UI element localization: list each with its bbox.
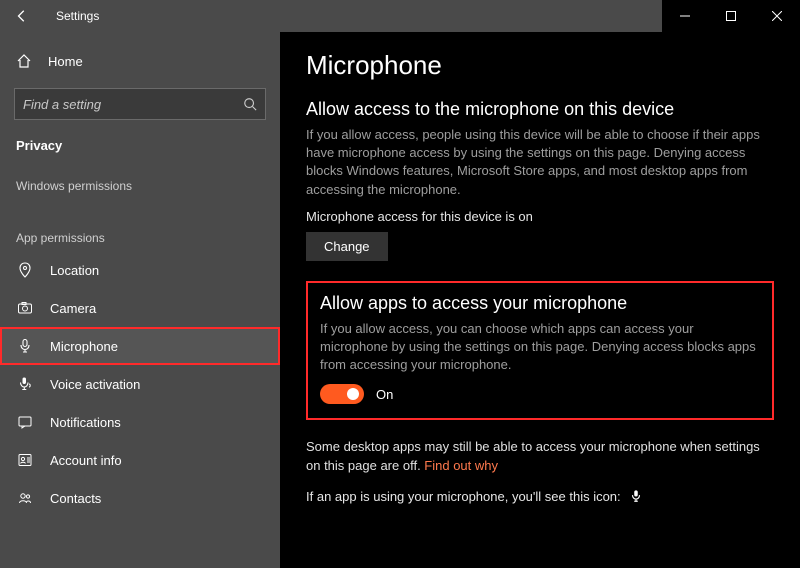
sidebar-item-label: Contacts: [50, 491, 101, 506]
sidebar-item-label: Notifications: [50, 415, 121, 430]
sidebar-item-label: Camera: [50, 301, 96, 316]
toggle-knob: [347, 388, 359, 400]
maximize-icon: [726, 11, 736, 21]
sidebar-item-microphone[interactable]: Microphone: [0, 327, 280, 365]
app-access-description: If you allow access, you can choose whic…: [320, 320, 760, 375]
search-icon: [243, 97, 257, 111]
app-permissions-header: App permissions: [0, 213, 280, 251]
sidebar-item-contacts[interactable]: Contacts: [0, 479, 280, 517]
sidebar-item-voice-activation[interactable]: Voice activation: [0, 365, 280, 403]
home-icon: [16, 53, 32, 69]
highlighted-section: Allow apps to access your microphone If …: [306, 281, 774, 421]
arrow-left-icon: [15, 9, 29, 23]
windows-permissions-header: Windows permissions: [0, 161, 280, 199]
close-icon: [772, 11, 782, 21]
sidebar-item-label: Location: [50, 263, 99, 278]
sidebar-item-label: Voice activation: [50, 377, 140, 392]
camera-icon: [16, 300, 34, 316]
sidebar-item-label: Account info: [50, 453, 122, 468]
minimize-button[interactable]: [662, 0, 708, 32]
voice-icon: [16, 376, 34, 392]
home-nav[interactable]: Home: [0, 42, 280, 80]
find-out-why-link[interactable]: Find out why: [424, 458, 498, 473]
device-access-description: If you allow access, people using this d…: [306, 126, 774, 199]
sidebar: Home Privacy Windows permissions App per…: [0, 32, 280, 568]
sidebar-item-location[interactable]: Location: [0, 251, 280, 289]
change-button[interactable]: Change: [306, 232, 388, 261]
account-icon: [16, 452, 34, 468]
minimize-icon: [680, 11, 690, 21]
sidebar-item-camera[interactable]: Camera: [0, 289, 280, 327]
toggle-state-label: On: [376, 387, 393, 402]
page-title: Microphone: [306, 50, 774, 81]
notifications-icon: [16, 414, 34, 430]
sidebar-item-label: Microphone: [50, 339, 118, 354]
search-input[interactable]: [23, 97, 243, 112]
app-access-heading: Allow apps to access your microphone: [320, 293, 760, 314]
titlebar: Settings: [0, 0, 800, 32]
device-access-heading: Allow access to the microphone on this d…: [306, 99, 774, 120]
sidebar-item-notifications[interactable]: Notifications: [0, 403, 280, 441]
home-label: Home: [48, 54, 83, 69]
microphone-indicator-icon: [629, 489, 643, 503]
content-pane: Microphone Allow access to the microphon…: [280, 32, 800, 568]
window-title: Settings: [44, 9, 99, 23]
location-icon: [16, 262, 34, 278]
maximize-button[interactable]: [708, 0, 754, 32]
close-button[interactable]: [754, 0, 800, 32]
device-access-status: Microphone access for this device is on: [306, 209, 774, 224]
back-button[interactable]: [0, 0, 44, 32]
sidebar-item-account-info[interactable]: Account info: [0, 441, 280, 479]
app-access-toggle[interactable]: [320, 384, 364, 404]
microphone-icon: [16, 338, 34, 354]
privacy-header: Privacy: [0, 128, 280, 161]
search-box[interactable]: [14, 88, 266, 120]
contacts-icon: [16, 490, 34, 506]
desktop-apps-note: Some desktop apps may still be able to a…: [306, 438, 774, 474]
usage-icon-note: If an app is using your microphone, you'…: [306, 489, 621, 504]
